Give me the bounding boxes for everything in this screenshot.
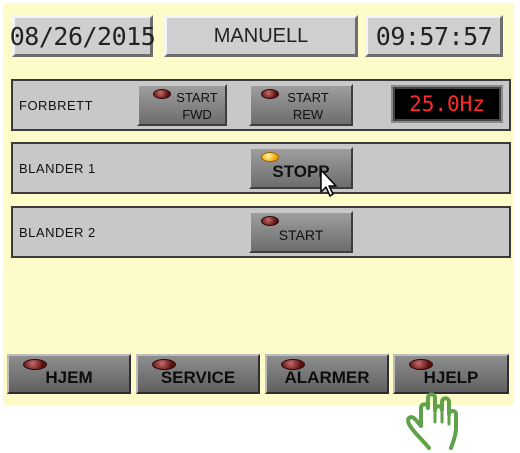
indicator-lamp-icon — [261, 216, 279, 226]
nav-label: HJEM — [45, 368, 93, 387]
mode-title: MANUELL — [164, 15, 358, 57]
button-label-line2: REW — [292, 107, 324, 122]
button-label: START — [278, 227, 324, 243]
nav-alarmer-button[interactable]: ALARMER — [265, 354, 389, 394]
button-label-line1: START — [176, 90, 218, 105]
row-blander-1: BLANDER 1 STOPP — [11, 142, 511, 194]
nav-label: HJELP — [423, 368, 479, 387]
nav-hjem-button[interactable]: HJEM — [7, 354, 131, 394]
nav-label: ALARMER — [284, 368, 370, 387]
row-label: FORBRETT — [19, 97, 94, 113]
arrow-cursor-icon — [320, 169, 337, 197]
start-button[interactable]: START — [249, 211, 353, 253]
frequency-readout: 25.0Hz — [391, 85, 503, 123]
indicator-lamp-icon — [261, 152, 279, 162]
button-label-line1: START — [287, 90, 329, 105]
row-blander-2: BLANDER 2 START — [11, 206, 511, 258]
pointing-hand-icon — [406, 392, 458, 450]
time-display: 09:57:57 — [365, 15, 503, 57]
nav-service-button[interactable]: SERVICE — [136, 354, 260, 394]
hmi-panel: 08/26/2015 MANUELL 09:57:57 FORBRETT STA… — [3, 3, 514, 405]
start-fwd-button[interactable]: START FWD — [137, 84, 227, 126]
row-label: BLANDER 1 — [19, 160, 96, 176]
header-bar: 08/26/2015 MANUELL 09:57:57 — [3, 3, 514, 69]
nav-label: SERVICE — [160, 368, 236, 387]
row-label: BLANDER 2 — [19, 224, 96, 240]
row-forbrett: FORBRETT START FWD START REW 25.0Hz — [11, 79, 511, 131]
start-rew-button[interactable]: START REW — [249, 84, 353, 126]
date-display: 08/26/2015 — [10, 15, 156, 57]
button-label-line2: FWD — [182, 107, 212, 122]
